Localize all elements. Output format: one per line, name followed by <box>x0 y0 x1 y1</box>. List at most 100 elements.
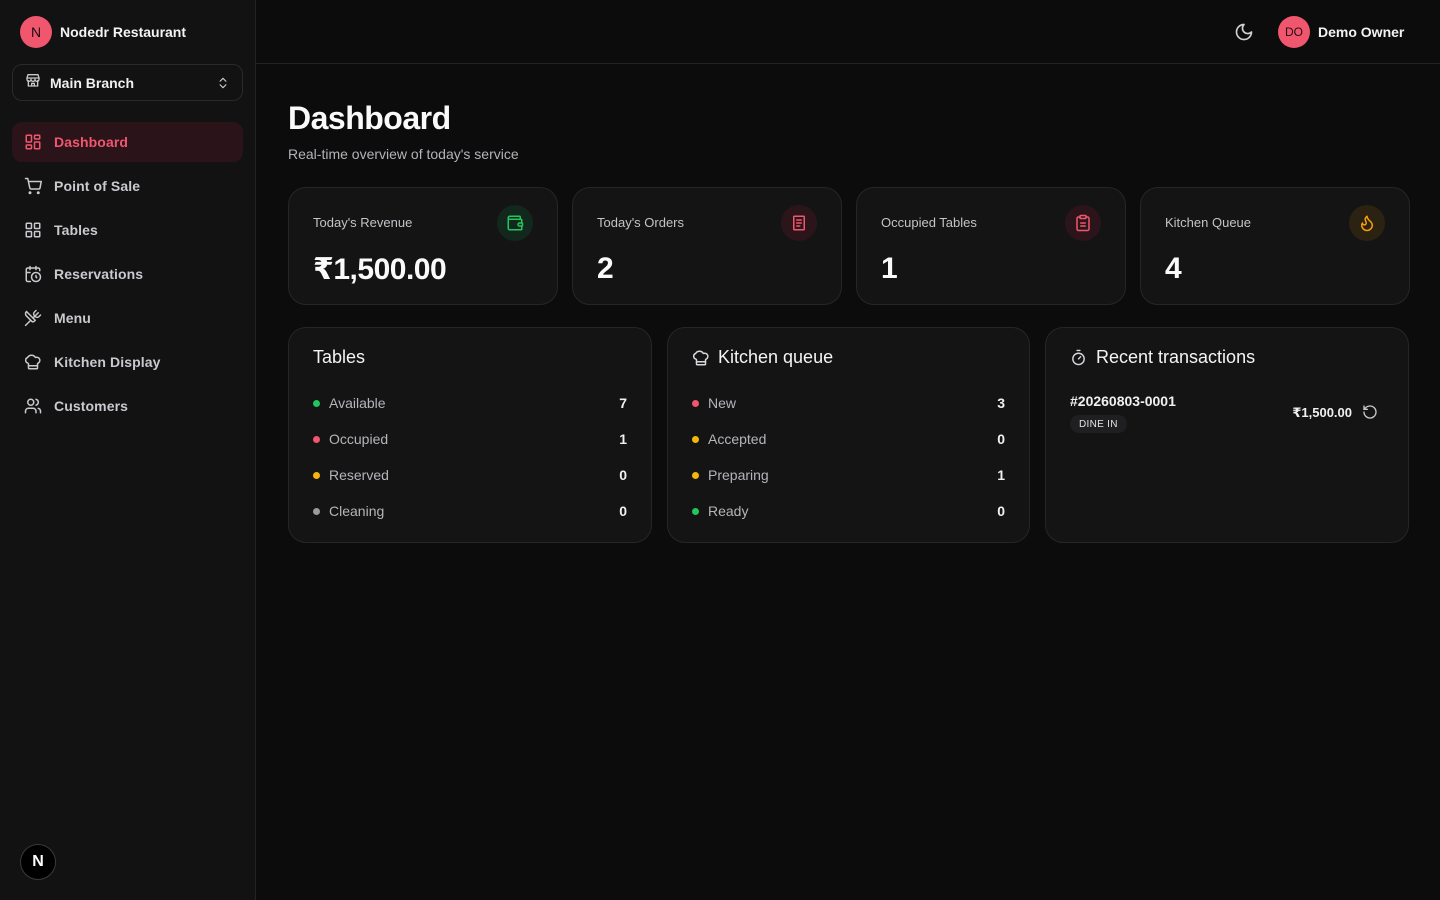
brand[interactable]: N Nodedr Restaurant <box>20 16 186 48</box>
timer-icon <box>1070 349 1088 367</box>
brand-avatar: N <box>20 16 52 48</box>
sidebar-item-reservations[interactable]: Reservations <box>12 254 243 294</box>
status-dot <box>313 471 320 479</box>
status-label: Available <box>329 395 386 411</box>
panel-title: Recent transactions <box>1096 347 1256 367</box>
brand-name: Nodedr Restaurant <box>60 24 187 40</box>
sidebar-item-kitchen-display[interactable]: Kitchen Display <box>12 342 243 382</box>
chef-hat-icon <box>692 349 710 367</box>
status-label: Preparing <box>708 467 769 483</box>
users-icon <box>24 397 42 415</box>
status-count: 3 <box>997 395 1005 411</box>
status-dot <box>692 507 699 515</box>
tables-panel: Tables Available 7 Occupied 1 Reserved 0… <box>288 327 652 543</box>
list-item: Ready 0 <box>692 501 1005 521</box>
status-count: 0 <box>619 503 627 519</box>
stat-label: Today's Revenue <box>313 215 413 230</box>
transaction-id[interactable]: #20260803-0001 <box>1070 393 1176 409</box>
status-label: Cleaning <box>329 503 385 519</box>
moon-icon[interactable] <box>1234 22 1254 42</box>
status-label: New <box>708 395 737 411</box>
chef-hat-icon <box>24 353 42 371</box>
list-item: Preparing 1 <box>692 465 1005 485</box>
sidebar-item-label: Dashboard <box>54 134 129 150</box>
user-name: Demo Owner <box>1318 24 1405 40</box>
panel-title: Tables <box>313 347 366 367</box>
stat-value: 2 <box>597 252 614 285</box>
status-count: 0 <box>997 503 1005 519</box>
stat-value: 1 <box>881 252 898 285</box>
layout-dashboard-icon <box>24 133 42 151</box>
panel-header: Kitchen queue <box>692 347 833 368</box>
list-item: Accepted 0 <box>692 429 1005 449</box>
branch-selector[interactable]: Main Branch <box>12 64 243 101</box>
sidebar-item-dashboard[interactable]: Dashboard <box>12 122 243 162</box>
sidebar-item-tables[interactable]: Tables <box>12 210 243 250</box>
sidebar-item-label: Tables <box>54 222 98 238</box>
panel-header: Recent transactions <box>1070 347 1255 368</box>
status-dot <box>692 435 699 443</box>
stat-label: Kitchen Queue <box>1165 215 1252 230</box>
sidebar-item-label: Menu <box>54 310 91 326</box>
sidebar-nav: Dashboard Point of Sale Tables Reservati… <box>12 122 243 430</box>
stat-label: Occupied Tables <box>881 215 977 230</box>
branch-name: Main Branch <box>50 74 135 91</box>
status-count: 1 <box>997 467 1005 483</box>
status-dot <box>313 435 320 443</box>
shopping-cart-icon <box>24 177 42 195</box>
list-item: Cleaning 0 <box>313 501 627 521</box>
stat-value: ₹1,500.00 <box>313 253 447 286</box>
status-label: Ready <box>708 503 749 519</box>
status-dot <box>313 507 320 515</box>
stat-card-occupied-tables: Occupied Tables 1 <box>856 187 1126 305</box>
sidebar-item-menu[interactable]: Menu <box>12 298 243 338</box>
page-title: Dashboard <box>288 100 451 136</box>
stat-card-orders: Today's Orders 2 <box>572 187 842 305</box>
sidebar-item-label: Point of Sale <box>54 178 141 194</box>
sidebar-item-point-of-sale[interactable]: Point of Sale <box>12 166 243 206</box>
status-dot <box>692 399 699 407</box>
stat-card-kitchen-queue: Kitchen Queue 4 <box>1140 187 1410 305</box>
clipboard-icon <box>1065 205 1101 241</box>
transaction-amount: ₹1,500.00 <box>1292 405 1352 420</box>
page-subtitle: Real-time overview of today's service <box>288 146 519 162</box>
topbar: DO Demo Owner <box>256 0 1440 64</box>
flame-icon <box>1349 205 1385 241</box>
list-item: Available 7 <box>313 393 627 413</box>
status-label: Accepted <box>708 431 767 447</box>
stat-label: Today's Orders <box>597 215 685 230</box>
sidebar-item-customers[interactable]: Customers <box>12 386 243 426</box>
status-count: 1 <box>619 431 627 447</box>
store-icon <box>25 72 41 93</box>
sidebar: N Nodedr Restaurant Main Branch Dashboar… <box>0 0 256 900</box>
wallet-icon <box>497 205 533 241</box>
user-menu[interactable]: DO Demo Owner <box>1278 16 1404 48</box>
avatar: DO <box>1278 16 1310 48</box>
status-dot <box>313 399 320 407</box>
recent-transactions-panel: Recent transactions #20260803-0001 DINE … <box>1045 327 1409 543</box>
status-label: Occupied <box>329 431 389 447</box>
sidebar-item-label: Kitchen Display <box>54 354 161 370</box>
list-item: Occupied 1 <box>313 429 627 449</box>
stat-value: 4 <box>1165 252 1182 285</box>
list-item: Reserved 0 <box>313 465 627 485</box>
status-dot <box>692 471 699 479</box>
grid-icon <box>24 221 42 239</box>
stat-card-revenue: Today's Revenue ₹1,500.00 <box>288 187 558 305</box>
status-count: 7 <box>619 395 627 411</box>
refund-icon[interactable] <box>1362 404 1378 420</box>
sidebar-item-label: Customers <box>54 398 129 414</box>
status-count: 0 <box>619 467 627 483</box>
sidebar-item-label: Reservations <box>54 266 144 282</box>
chevrons-up-down-icon <box>216 75 230 96</box>
status-count: 0 <box>997 431 1005 447</box>
calendar-clock-icon <box>24 265 42 283</box>
kitchen-queue-panel: Kitchen queue New 3 Accepted 0 Preparing… <box>667 327 1030 543</box>
order-type-badge: DINE IN <box>1070 415 1127 433</box>
receipt-icon <box>781 205 817 241</box>
status-label: Reserved <box>329 467 389 483</box>
list-item: New 3 <box>692 393 1005 413</box>
dev-tools-badge[interactable]: N <box>20 844 56 880</box>
utensils-crossed-icon <box>24 309 42 327</box>
panel-title: Kitchen queue <box>718 347 834 367</box>
